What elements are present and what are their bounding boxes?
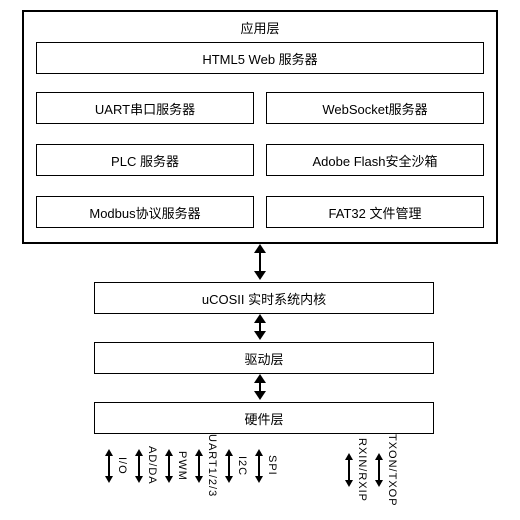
arrow-driver-hardware — [253, 374, 267, 400]
hw-signals-group-2: RXIN/RXIP TXON/TXOP — [344, 434, 398, 507]
hw-signal-label: I/O — [116, 457, 128, 475]
uart-server-box: UART串口服务器 — [36, 92, 254, 124]
uart-server-label: UART串口服务器 — [95, 99, 195, 118]
app-layer-title: 应用层 — [240, 18, 279, 37]
hw-signal-i2c: I2C — [224, 434, 248, 497]
hw-signal-label: RXIN/RXIP — [356, 438, 368, 502]
architecture-diagram: 应用层 HTML5 Web 服务器 UART串口服务器 WebSocket服务器… — [0, 0, 520, 520]
hw-signal-label: TXON/TXOP — [386, 434, 398, 507]
kernel-label: uCOSII 实时系统内核 — [202, 289, 326, 308]
hw-signal-label: AD/DA — [146, 446, 158, 485]
html5-server-box: HTML5 Web 服务器 — [36, 42, 484, 74]
flash-sandbox-label: Adobe Flash安全沙箱 — [313, 151, 438, 170]
kernel-box: uCOSII 实时系统内核 — [94, 282, 434, 314]
arrow-kernel-driver — [253, 314, 267, 340]
hw-signal-ad-da: AD/DA — [134, 434, 158, 497]
hw-signal-pwm: PWM — [164, 434, 188, 497]
hw-signal-spi: SPI — [254, 434, 278, 497]
hw-signal-i-o: I/O — [104, 434, 128, 497]
flash-sandbox-box: Adobe Flash安全沙箱 — [266, 144, 484, 176]
fat32-label: FAT32 文件管理 — [329, 203, 422, 222]
hw-signal-label: SPI — [266, 455, 278, 476]
modbus-server-label: Modbus协议服务器 — [89, 203, 200, 222]
websocket-server-label: WebSocket服务器 — [322, 99, 427, 118]
hardware-box: 硬件层 — [94, 402, 434, 434]
plc-server-label: PLC 服务器 — [111, 151, 179, 170]
plc-server-box: PLC 服务器 — [36, 144, 254, 176]
hw-signal-label: I2C — [236, 456, 248, 476]
hw-signal-rxin-rxip: RXIN/RXIP — [344, 434, 368, 507]
hw-signal-label: PWM — [176, 451, 188, 481]
driver-label: 驱动层 — [244, 349, 283, 368]
hw-signal-uart1-2-3: UART1/2/3 — [194, 434, 218, 497]
hw-signal-txon-txop: TXON/TXOP — [374, 434, 398, 507]
hw-signals-group-1: I/O AD/DA PWM UART1/2/3 I2C SPI — [104, 434, 278, 497]
hardware-label: 硬件层 — [244, 409, 283, 428]
html5-server-label: HTML5 Web 服务器 — [202, 49, 317, 68]
fat32-box: FAT32 文件管理 — [266, 196, 484, 228]
modbus-server-box: Modbus协议服务器 — [36, 196, 254, 228]
hw-signal-label: UART1/2/3 — [206, 434, 218, 497]
driver-box: 驱动层 — [94, 342, 434, 374]
websocket-server-box: WebSocket服务器 — [266, 92, 484, 124]
arrow-app-kernel — [253, 244, 267, 280]
